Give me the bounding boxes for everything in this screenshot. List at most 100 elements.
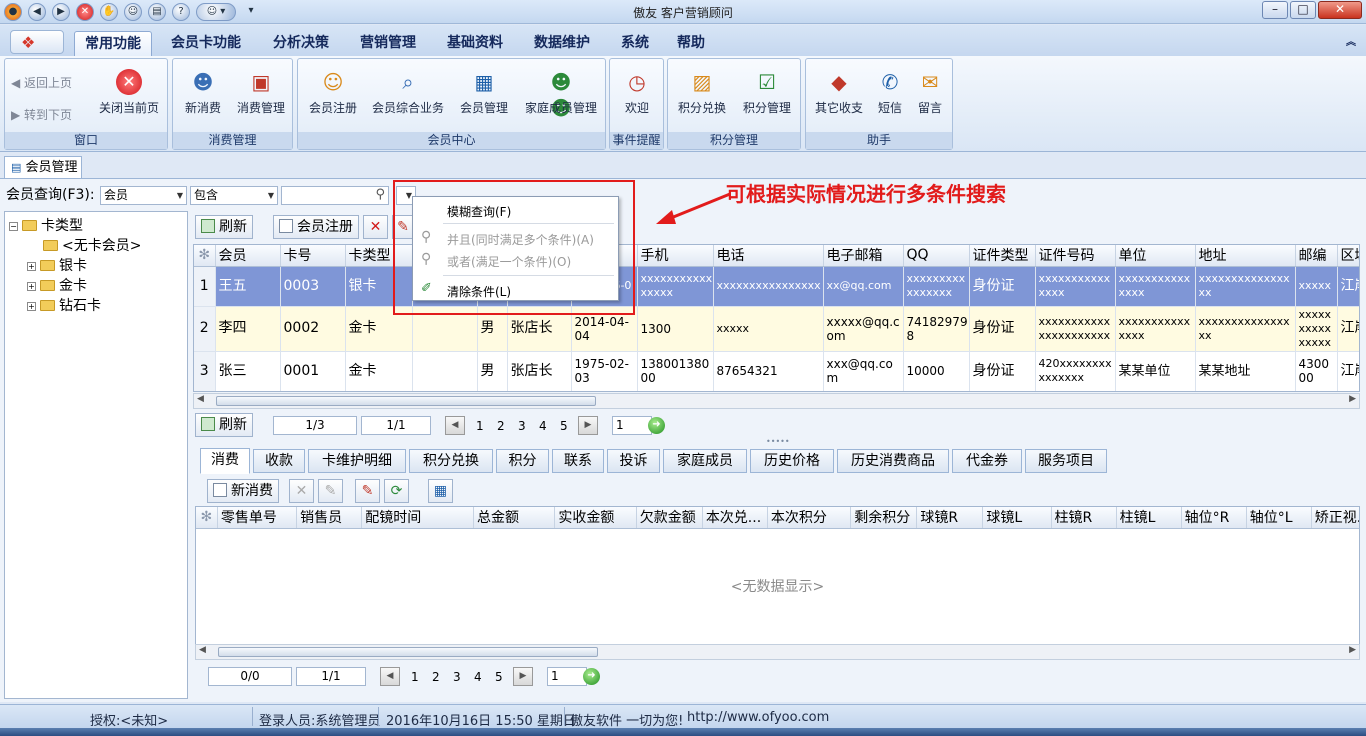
member-manage-button[interactable]: ▦ 会员管理 — [454, 63, 514, 116]
col-corrected-vision[interactable]: 矫正视... — [1311, 507, 1359, 529]
go-icon[interactable]: ➜ — [648, 417, 665, 434]
menu-help[interactable]: 帮助 — [667, 31, 715, 56]
col-qq[interactable]: QQ — [903, 245, 970, 267]
menu-basedata[interactable]: 基础资料 — [437, 31, 513, 56]
grid2-corner-icon[interactable]: ✻ — [196, 507, 218, 529]
col-sph-l[interactable]: 球镜L — [982, 507, 1052, 529]
collapse-icon[interactable]: − — [9, 222, 18, 231]
points-manage-button[interactable]: ☑ 积分管理 — [736, 63, 798, 116]
tree-item-gold[interactable]: + 金卡 — [27, 275, 87, 295]
tree-item-diamond[interactable]: + 钻石卡 — [27, 295, 101, 315]
grid-hscrollbar[interactable]: ◀ ▶ — [193, 393, 1360, 409]
scroll-right-icon[interactable]: ▶ — [1349, 394, 1356, 404]
tab-history-price[interactable]: 历史价格 — [750, 449, 834, 473]
col-region[interactable]: 区域 — [1337, 245, 1359, 267]
delete-disabled-button[interactable]: ✕ — [289, 479, 314, 503]
table-row[interactable]: 2 李四 0002 金卡 男 张店长 2014-04-04 1300 xxxxx… — [194, 306, 1359, 352]
col-phone[interactable]: 电话 — [713, 245, 824, 267]
tab-complaint[interactable]: 投诉 — [607, 449, 660, 473]
col-mobile[interactable]: 手机 — [637, 245, 714, 267]
col-this-exchange[interactable]: 本次兑... — [702, 507, 768, 529]
search-input[interactable]: ⚲ — [281, 186, 389, 205]
new-consume-button[interactable]: ☻ 新消费 — [177, 63, 229, 116]
tab-family[interactable]: 家庭成员 — [663, 449, 747, 473]
page-number[interactable]: 3 — [518, 419, 526, 433]
expand-icon[interactable]: + — [27, 262, 36, 271]
menu-membercard[interactable]: 会员卡功能 — [161, 31, 251, 56]
col-order-no[interactable]: 零售单号 — [217, 507, 298, 529]
maximize-button[interactable]: □ — [1290, 1, 1316, 19]
expand-icon[interactable]: + — [27, 282, 36, 291]
menu-datamaint[interactable]: 数据维护 — [524, 31, 600, 56]
col-cyl-r[interactable]: 柱镜R — [1051, 507, 1117, 529]
page-number[interactable]: 5 — [560, 419, 568, 433]
back-page-button[interactable]: ◀ 返回上页 — [11, 74, 72, 91]
tab-member-manage[interactable]: ▤ 会员管理 — [4, 156, 82, 178]
page-number[interactable]: 4 — [539, 419, 547, 433]
col-remaining-points[interactable]: 剩余积分 — [850, 507, 918, 529]
grid-corner-icon[interactable]: ✻ — [194, 245, 216, 267]
sms-button[interactable]: ✆ 短信 — [872, 63, 908, 116]
menu-analysis[interactable]: 分析决策 — [263, 31, 339, 56]
first-page-icon[interactable]: ◀ — [445, 416, 465, 435]
menu-common[interactable]: 常用功能 — [74, 31, 152, 56]
col-zip[interactable]: 邮编 — [1295, 245, 1338, 267]
tree-root[interactable]: − 卡类型 — [9, 215, 83, 235]
scroll-left-icon[interactable]: ◀ — [197, 394, 204, 404]
splitter-grip[interactable]: ••••• — [766, 437, 790, 446]
col-received[interactable]: 实收金额 — [554, 507, 637, 529]
col-axis-l[interactable]: 轴位°L — [1246, 507, 1312, 529]
message-button[interactable]: ✉ 留言 — [912, 63, 948, 116]
scroll-left-icon[interactable]: ◀ — [199, 645, 206, 655]
goto-page-input[interactable]: 1 — [612, 416, 652, 435]
col-sph-r[interactable]: 球镜R — [916, 507, 984, 529]
scroll-right-icon[interactable]: ▶ — [1349, 645, 1356, 655]
table-row[interactable]: 1 王五 0003 银卡 2013-06-0 xxxxxxxxxxxxxxxx … — [194, 266, 1359, 307]
register-button[interactable]: 会员注册 — [273, 215, 359, 239]
edit-disabled-button[interactable]: ✎ — [318, 479, 343, 503]
col-email[interactable]: 电子邮箱 — [823, 245, 904, 267]
page-number[interactable]: 1 — [476, 419, 484, 433]
minimize-button[interactable]: – — [1262, 1, 1288, 19]
member-register-button[interactable]: ☺ 会员注册 — [304, 63, 362, 116]
grid2-hscrollbar[interactable]: ◀ ▶ — [195, 644, 1360, 660]
scroll-thumb[interactable] — [216, 396, 596, 406]
app-menu-icon[interactable]: ❖ — [10, 30, 64, 54]
last-page-icon[interactable]: ▶ — [578, 416, 598, 435]
family-manage-button[interactable]: ☻☻ 家庭成员管理 — [520, 63, 602, 120]
tab-card-maintenance[interactable]: 卡维护明细 — [308, 449, 406, 473]
grid-settings-button[interactable]: ▦ — [428, 479, 453, 503]
col-cyl-l[interactable]: 柱镜L — [1116, 507, 1182, 529]
col-company[interactable]: 单位 — [1115, 245, 1196, 267]
col-address[interactable]: 地址 — [1195, 245, 1296, 267]
col-salesperson[interactable]: 销售员 — [296, 507, 363, 529]
col-total[interactable]: 总金额 — [473, 507, 556, 529]
col-cardno[interactable]: 卡号 — [280, 245, 346, 267]
col-member[interactable]: 会员 — [215, 245, 281, 267]
goto-page-input[interactable]: 1 — [547, 667, 587, 686]
other-income-button[interactable]: ◆ 其它收支 — [810, 63, 868, 116]
col-idno[interactable]: 证件号码 — [1035, 245, 1116, 267]
consume-manage-button[interactable]: ▣ 消费管理 — [231, 63, 291, 116]
tab-voucher[interactable]: 代金券 — [952, 449, 1022, 473]
forward-page-button[interactable]: ▶ 转到下页 — [11, 106, 72, 123]
close-current-page-button[interactable]: ✕ 关闭当前页 — [93, 63, 165, 116]
last-page-icon[interactable]: ▶ — [513, 667, 533, 686]
member-business-button[interactable]: ⌕ 会员综合业务 — [368, 63, 448, 116]
points-exchange-button[interactable]: ▨ 积分兑换 — [672, 63, 732, 116]
refresh-button[interactable]: 刷新 — [195, 215, 253, 239]
col-fitting-time[interactable]: 配镜时间 — [361, 507, 475, 529]
page-number[interactable]: 5 — [495, 670, 503, 684]
col-axis-r[interactable]: 轴位°R — [1181, 507, 1247, 529]
page-number[interactable]: 4 — [474, 670, 482, 684]
menu-system[interactable]: 系统 — [611, 31, 659, 56]
col-owed[interactable]: 欠款金额 — [636, 507, 703, 529]
tab-points[interactable]: 积分 — [496, 449, 549, 473]
edit-button-2[interactable]: ✎ — [355, 479, 380, 503]
col-this-points[interactable]: 本次积分 — [767, 507, 852, 529]
tree-item-nocard[interactable]: <无卡会员> — [43, 235, 141, 255]
col-idtype[interactable]: 证件类型 — [969, 245, 1036, 267]
refresh-button-2[interactable]: 刷新 — [195, 413, 253, 437]
search-icon[interactable]: ⚲ — [375, 186, 385, 203]
page-number[interactable]: 2 — [497, 419, 505, 433]
